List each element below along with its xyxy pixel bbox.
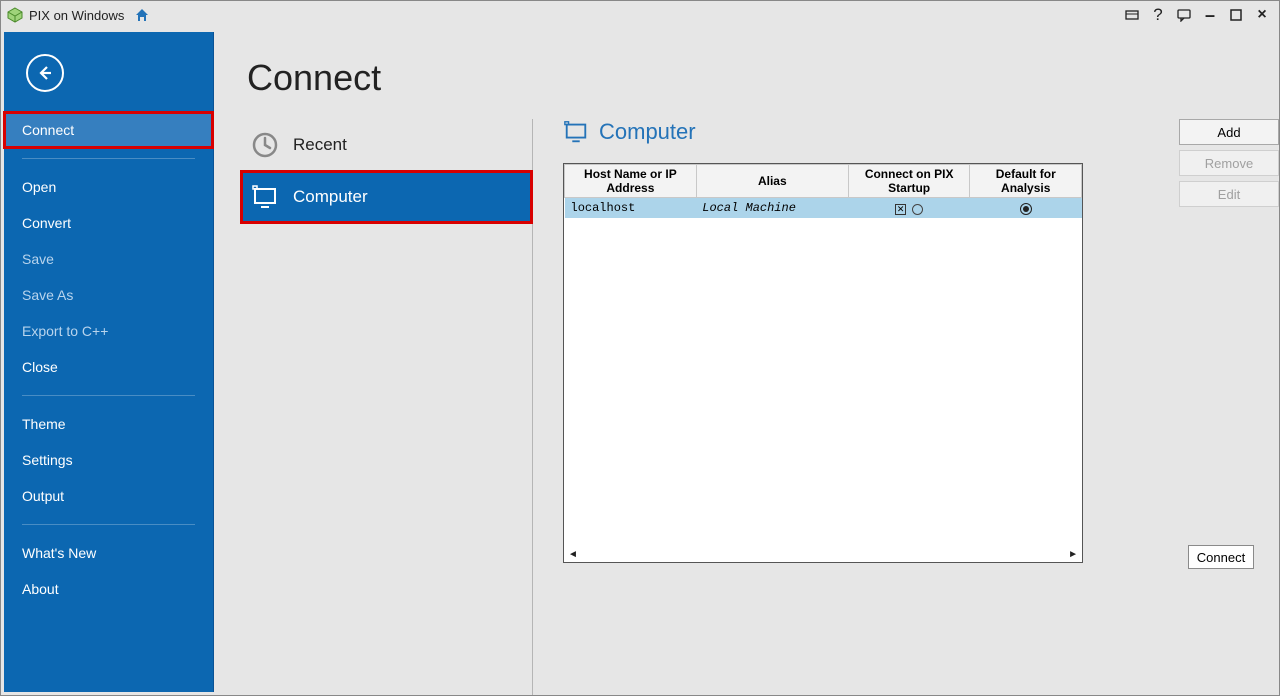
layout-icon[interactable] <box>1121 4 1143 26</box>
category-computer[interactable]: Computer <box>241 171 532 223</box>
right-panel: Computer Host Name or IP Address Alias C… <box>532 119 1279 695</box>
home-icon[interactable] <box>134 7 150 23</box>
category-list: Recent Computer <box>217 119 532 695</box>
cell-startup[interactable]: ✕ <box>848 198 970 218</box>
sidebar-item-saveas[interactable]: Save As <box>4 277 213 313</box>
titlebar: PIX on Windows ? – × <box>1 1 1279 29</box>
scroll-right-icon[interactable]: ► <box>1068 549 1078 560</box>
maximize-icon[interactable] <box>1225 4 1247 26</box>
sidebar-item-about[interactable]: About <box>4 571 213 607</box>
scroll-left-icon[interactable]: ◄ <box>568 549 578 560</box>
radio-empty-icon <box>912 204 923 215</box>
cell-alias: Local Machine <box>696 198 848 218</box>
computer-icon <box>251 183 279 211</box>
computer-icon <box>563 119 589 145</box>
minimize-icon[interactable]: – <box>1199 4 1221 26</box>
table-row[interactable]: localhost Local Machine ✕ <box>565 198 1082 218</box>
sidebar-item-convert[interactable]: Convert <box>4 205 213 241</box>
category-label: Recent <box>293 135 347 155</box>
clock-icon <box>251 131 279 159</box>
radio-selected-icon <box>1020 203 1032 215</box>
sidebar-item-close[interactable]: Close <box>4 349 213 385</box>
cell-host: localhost <box>565 198 697 218</box>
sidebar: Connect Open Convert Save Save As Export… <box>4 32 214 692</box>
sidebar-item-save[interactable]: Save <box>4 241 213 277</box>
page-title: Connect <box>247 57 1279 99</box>
sidebar-item-open[interactable]: Open <box>4 169 213 205</box>
sidebar-separator <box>22 158 195 159</box>
col-startup[interactable]: Connect on PIX Startup <box>848 165 970 198</box>
cell-default[interactable] <box>970 198 1082 218</box>
sidebar-item-connect[interactable]: Connect <box>4 112 213 148</box>
app-title: PIX on Windows <box>29 8 124 23</box>
col-default[interactable]: Default for Analysis <box>970 165 1082 198</box>
connect-button[interactable]: Connect <box>1188 545 1254 569</box>
feedback-icon[interactable] <box>1173 4 1195 26</box>
checkbox-checked-icon: ✕ <box>895 204 906 215</box>
sidebar-item-settings[interactable]: Settings <box>4 442 213 478</box>
content-area: Connect Recent Computer <box>217 29 1279 695</box>
category-label: Computer <box>293 187 368 207</box>
sidebar-item-export[interactable]: Export to C++ <box>4 313 213 349</box>
col-host[interactable]: Host Name or IP Address <box>565 165 697 198</box>
sidebar-separator <box>22 395 195 396</box>
col-alias[interactable]: Alias <box>696 165 848 198</box>
sidebar-item-theme[interactable]: Theme <box>4 406 213 442</box>
connection-grid[interactable]: Host Name or IP Address Alias Connect on… <box>563 163 1083 563</box>
back-button[interactable] <box>26 54 64 92</box>
horizontal-scroll-hint: ◄ ► <box>568 549 1078 560</box>
edit-button[interactable]: Edit <box>1179 181 1279 207</box>
close-icon[interactable]: × <box>1251 4 1273 26</box>
category-recent[interactable]: Recent <box>241 119 532 171</box>
app-icon <box>7 7 23 23</box>
side-buttons: Add Remove Edit <box>1179 119 1279 212</box>
add-button[interactable]: Add <box>1179 119 1279 145</box>
sidebar-item-whatsnew[interactable]: What's New <box>4 535 213 571</box>
sidebar-separator <box>22 524 195 525</box>
remove-button[interactable]: Remove <box>1179 150 1279 176</box>
sidebar-item-output[interactable]: Output <box>4 478 213 514</box>
connect-button-wrap: Connect <box>1188 545 1254 569</box>
panel-title: Computer <box>563 119 1147 145</box>
help-icon[interactable]: ? <box>1147 4 1169 26</box>
